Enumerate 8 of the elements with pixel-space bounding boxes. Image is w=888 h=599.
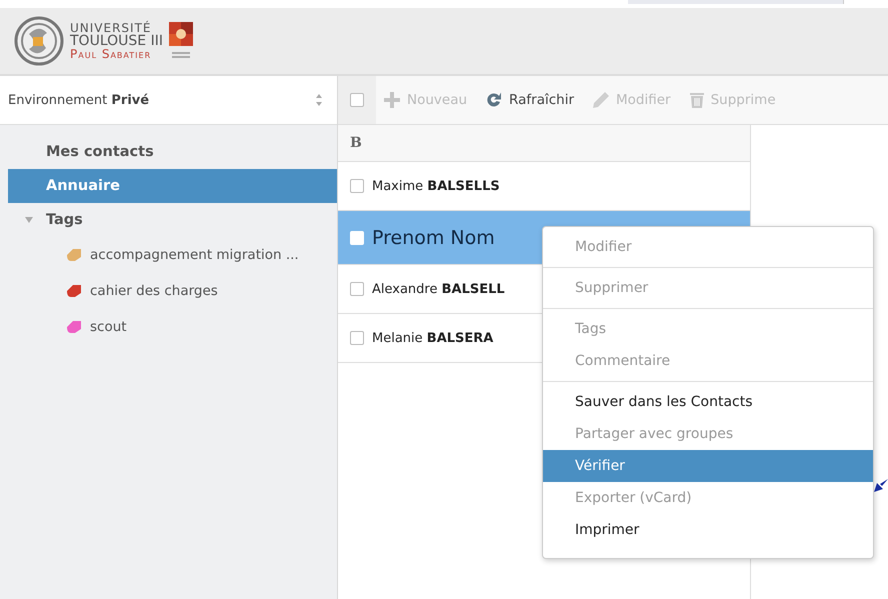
contact-name: Prenom Nom bbox=[372, 226, 495, 248]
contact-name: Alexandre BALSELL bbox=[372, 282, 505, 296]
contact-name: Maxime BALSELLS bbox=[372, 178, 500, 194]
logo-text: UNIVERSITÉ bbox=[70, 22, 152, 34]
contact-name: Melanie BALSERA bbox=[372, 330, 494, 346]
logo-text: Paul Sabatier bbox=[70, 48, 152, 60]
logo-text: TOULOUSE III bbox=[70, 34, 163, 48]
group-header: B bbox=[338, 125, 750, 162]
